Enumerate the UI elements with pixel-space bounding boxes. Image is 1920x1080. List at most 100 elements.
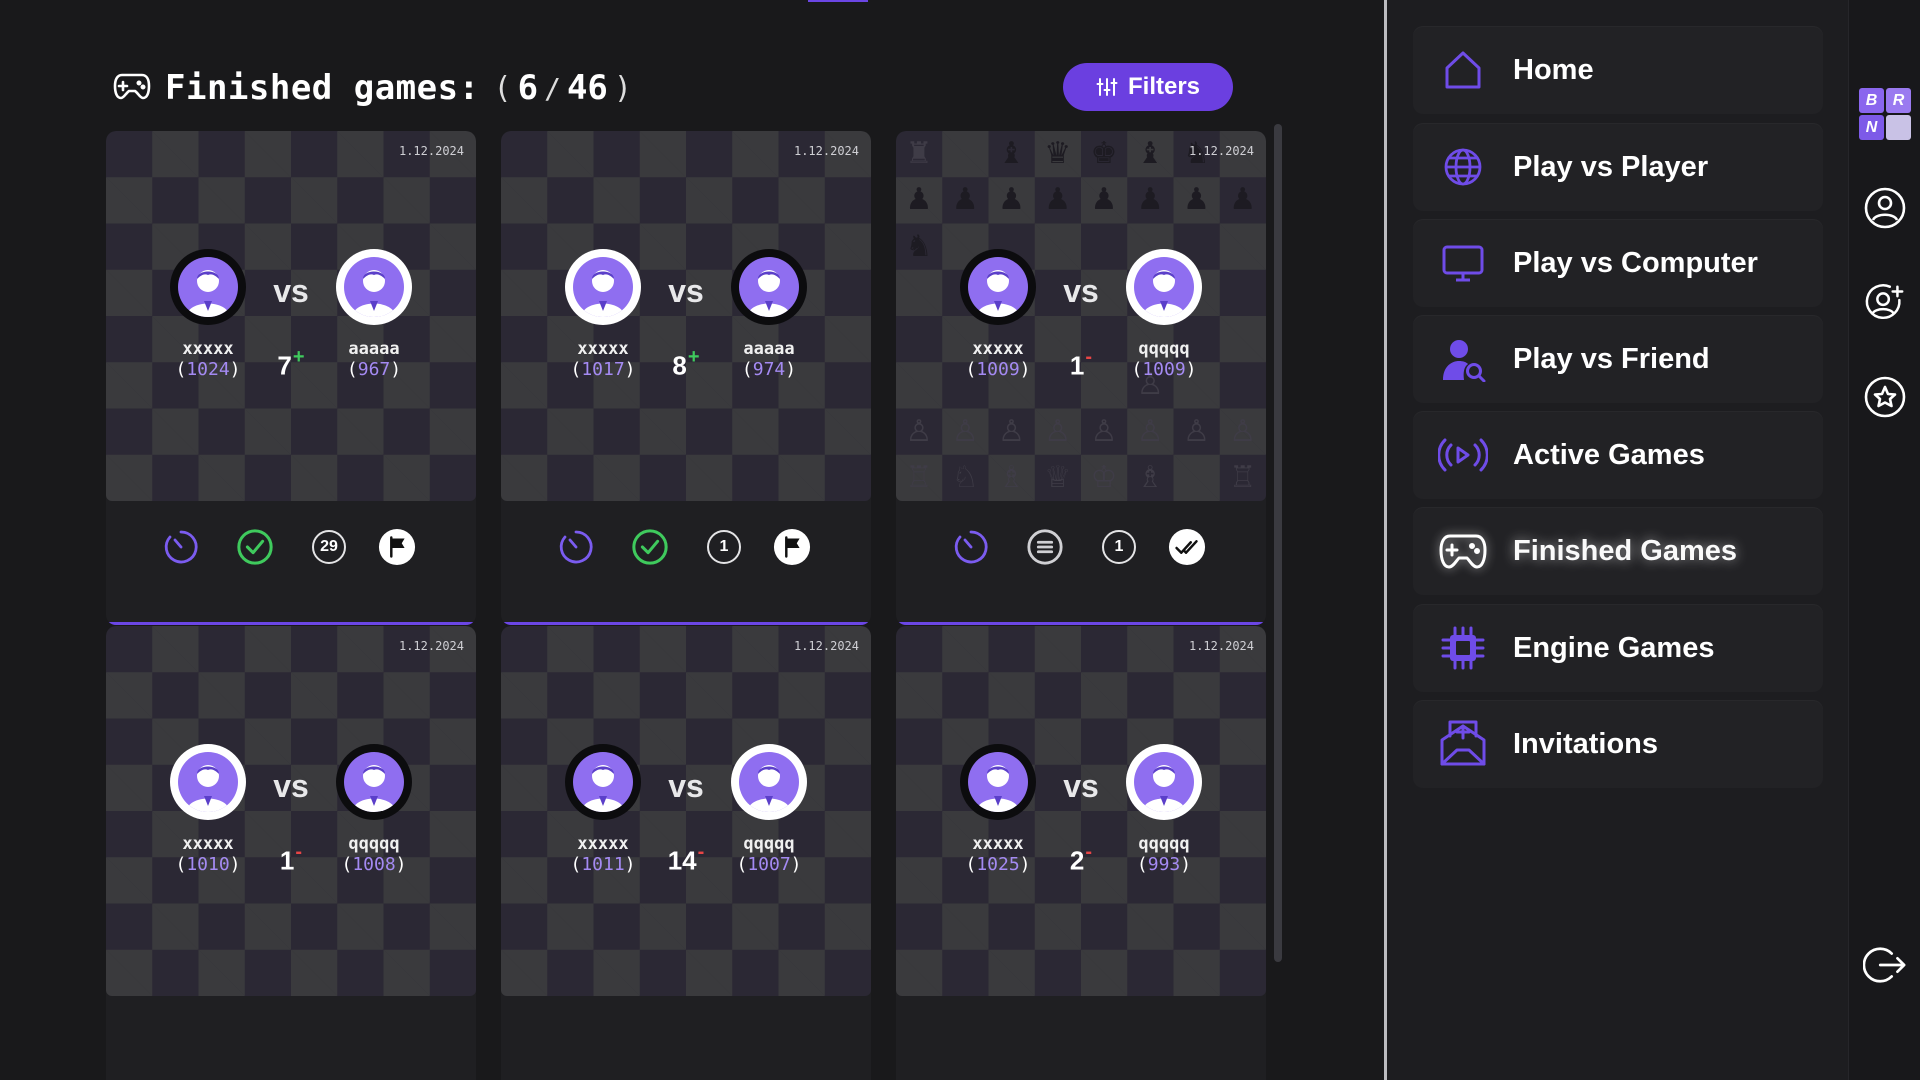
player-rating: (967) [346, 359, 402, 380]
sidebar-item-label: Finished Games [1513, 534, 1738, 567]
moves-count: 7+ [261, 341, 321, 384]
avatar[interactable] [170, 249, 246, 325]
moves-value: 2 [1069, 845, 1085, 876]
chess-piece-icon: ♗ [998, 460, 1025, 494]
chess-board: 1.12.2024 vs xxxxx (1010) 1- qqqqq (1008) [106, 626, 476, 996]
game-card[interactable]: 1.12.2024 vs xxxxx (1011) 14- qqqqq (1007) [501, 626, 871, 1080]
game-card[interactable]: 1.12.2024 vs xxxxx (1017) 8+ aaaaa (974) 1 [501, 131, 871, 625]
avatar[interactable] [565, 744, 641, 820]
player-rating: (1024) [175, 359, 241, 380]
sidebar-item-play-vs-friend[interactable]: Play vs Friend [1413, 315, 1823, 403]
game-card[interactable]: 1.12.2024 vs xxxxx (1025) 2- qqqqq (993) [896, 626, 1266, 1080]
count-badge: 29 [310, 528, 348, 566]
top-indicator [808, 0, 868, 2]
rating-delta-sign: + [292, 346, 305, 368]
chess-piece-icon: ♙ [1044, 414, 1072, 448]
avatar[interactable] [960, 249, 1036, 325]
chess-piece-icon: ♚ [1090, 137, 1118, 170]
count-badge-value: 1 [707, 530, 741, 564]
player-rating: (1011) [570, 854, 636, 875]
player-rating: (974) [741, 359, 797, 380]
chess-piece-icon: ♖ [1229, 460, 1257, 494]
logo-tile: B [1859, 88, 1884, 113]
avatar[interactable] [170, 744, 246, 820]
sidebar-item-play-vs-player[interactable]: Play vs Player [1413, 123, 1823, 211]
logout-icon[interactable] [1863, 943, 1907, 987]
avatar[interactable] [565, 249, 641, 325]
game-date: 1.12.2024 [398, 639, 464, 653]
chess-piece-icon: ♝ [998, 137, 1025, 170]
game-status-row: 29 [106, 501, 476, 625]
chess-piece-icon: ♘ [951, 460, 979, 494]
sidebar-item-finished-games[interactable]: Finished Games [1413, 507, 1823, 595]
count-badge: 1 [1100, 528, 1138, 566]
chess-piece-icon: ♙ [1090, 414, 1118, 448]
game-card[interactable]: 1.12.2024 vs xxxxx (1010) 1- qqqqq (1008) [106, 626, 476, 1080]
flag-icon [378, 528, 416, 566]
sidebar-item-label: Home [1513, 53, 1594, 86]
monitor-icon [1435, 235, 1491, 291]
moves-value: 1 [279, 845, 295, 876]
avatar[interactable] [731, 249, 807, 325]
count-paren-close: ) [613, 70, 632, 106]
avatar[interactable] [1126, 744, 1202, 820]
rating-delta-sign: - [1085, 346, 1093, 368]
count-badge-value: 1 [1102, 530, 1136, 564]
app-logo[interactable]: BRN [1859, 88, 1911, 140]
chess-piece-icon: ♙ [1229, 414, 1257, 448]
vs-label: vs [668, 768, 704, 804]
games-count: ( 6 / 46 ) [494, 68, 632, 108]
vs-label: vs [668, 273, 704, 309]
game-card[interactable]: ♜ ♝ ♛ ♚ ♝ ♞ ♟ ♟ ♟ ♟ ♟ ♟ ♟ ♟ ♞ ♙ ♙ ♙ ♙ ♙ ♙ ♙ ♙ ♙ ♖ ♘ ♗ ♕ ♔ ♗ ♖ 1.12.2024… [896, 131, 1266, 625]
game-card[interactable]: 1.12.2024 vs xxxxx (1024) 7+ aaaaa (967) 29 [106, 131, 476, 625]
chess-piece-icon: ♔ [1090, 460, 1118, 494]
rating-value: 1008 [352, 854, 396, 875]
chess-piece-icon: ♙ [1183, 414, 1210, 448]
flag-icon [773, 528, 811, 566]
avatar[interactable] [336, 249, 412, 325]
avatar[interactable] [960, 744, 1036, 820]
sidebar-item-play-vs-computer[interactable]: Play vs Computer [1413, 219, 1823, 307]
filters-label: Filters [1127, 73, 1201, 100]
player-rating: (1007) [736, 854, 802, 875]
vs-label: vs [273, 768, 309, 804]
sidebar-item-label: Invitations [1513, 727, 1659, 760]
filters-button[interactable]: Filters [1063, 63, 1233, 111]
avatar[interactable] [336, 744, 412, 820]
sidebar-item-home[interactable]: Home [1413, 26, 1823, 114]
player-name: qqqqq [348, 834, 400, 854]
game-date: 1.12.2024 [1188, 639, 1254, 653]
rating-value: 1010 [186, 854, 230, 875]
game-date: 1.12.2024 [793, 639, 859, 653]
sidebar-item-engine-games[interactable]: Engine Games [1413, 604, 1823, 692]
sidebar-item-label: Engine Games [1513, 631, 1715, 664]
avatar[interactable] [731, 744, 807, 820]
chess-board: 1.12.2024 vs xxxxx (1017) 8+ aaaaa (974) [501, 131, 871, 501]
avatar[interactable] [1126, 249, 1202, 325]
game-status-row: 1 [896, 501, 1266, 625]
vs-label: vs [1063, 768, 1099, 804]
logo-tile: R [1886, 88, 1911, 113]
chess-piece-icon: ♟ [905, 183, 933, 217]
player-rating: (1008) [341, 854, 407, 875]
chess-piece-icon: ♟ [1044, 183, 1072, 217]
moves-count: 1- [1051, 341, 1111, 384]
chess-board: ♜ ♝ ♛ ♚ ♝ ♞ ♟ ♟ ♟ ♟ ♟ ♟ ♟ ♟ ♞ ♙ ♙ ♙ ♙ ♙ ♙ ♙ ♙ ♙ ♖ ♘ ♗ ♕ ♔ ♗ ♖ 1.12.2024… [896, 131, 1266, 501]
player-rating: (1009) [965, 359, 1031, 380]
player-name: xxxxx [972, 834, 1024, 854]
chess-piece-icon: ♜ [905, 137, 933, 170]
star-badge-icon[interactable] [1863, 375, 1907, 419]
double-check-icon [1168, 528, 1206, 566]
profile-icon[interactable] [1863, 186, 1907, 230]
scrollbar[interactable] [1274, 124, 1282, 962]
add-friend-icon[interactable] [1863, 280, 1907, 324]
rating-value: 1017 [581, 359, 625, 380]
card-accent-line [106, 622, 476, 625]
game-status-row: 1 [501, 501, 871, 625]
chess-board: 1.12.2024 vs xxxxx (1025) 2- qqqqq (993) [896, 626, 1266, 996]
sidebar-item-active-games[interactable]: Active Games [1413, 411, 1823, 499]
chess-piece-icon: ♙ [1136, 414, 1164, 448]
sidebar-item-invitations[interactable]: Invitations [1413, 700, 1823, 788]
check-circle-icon [631, 528, 669, 566]
rating-delta-sign: - [697, 841, 705, 863]
